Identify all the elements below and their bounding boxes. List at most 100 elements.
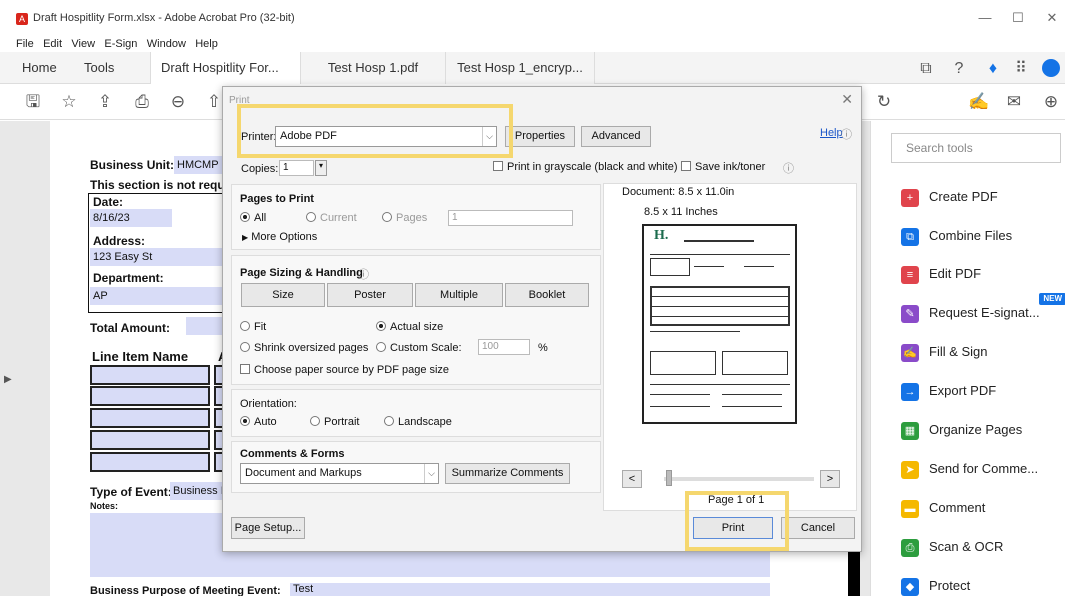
next-page-button[interactable]: > bbox=[820, 470, 840, 488]
poster-button[interactable]: Poster bbox=[327, 283, 413, 307]
help-icon[interactable]: ? bbox=[948, 58, 970, 80]
print-button[interactable]: Print bbox=[693, 517, 773, 539]
page-slider-track[interactable] bbox=[664, 477, 814, 481]
type-of-event-field[interactable]: Business I bbox=[170, 482, 224, 500]
print-icon[interactable]: ⎙ bbox=[131, 91, 153, 113]
dialog-close-icon[interactable]: ✕ bbox=[841, 91, 853, 108]
grayscale-checkbox[interactable]: Print in grayscale (black and white) bbox=[493, 161, 678, 173]
email-icon[interactable]: ✉ bbox=[1003, 91, 1025, 113]
copies-input[interactable]: 1 bbox=[279, 160, 314, 176]
help-link[interactable]: Help bbox=[820, 127, 843, 139]
radio-auto[interactable]: Auto bbox=[240, 416, 277, 428]
add-user-icon[interactable]: ⊕ bbox=[1040, 91, 1062, 113]
booklet-button[interactable]: Booklet bbox=[505, 283, 589, 307]
address-field[interactable]: 123 Easy St bbox=[90, 248, 222, 266]
page-setup-button[interactable]: Page Setup... bbox=[231, 517, 305, 539]
save-icon[interactable]: 🖫 bbox=[22, 91, 44, 113]
search-tools-input[interactable]: Search tools bbox=[891, 133, 1061, 163]
more-options-toggle[interactable]: ▶ More Options bbox=[242, 231, 317, 243]
sign-icon[interactable]: ✍ bbox=[968, 91, 990, 113]
tool-protect[interactable]: ◆ Protect bbox=[901, 574, 1065, 596]
zoom-out-icon[interactable]: ⊖ bbox=[167, 91, 189, 113]
business-purpose-field[interactable]: Test bbox=[290, 583, 770, 596]
printer-select[interactable]: Adobe PDF ⌵ bbox=[275, 126, 497, 147]
radio-fit[interactable]: Fit bbox=[240, 321, 266, 333]
line-item-field[interactable] bbox=[90, 408, 210, 428]
menu-help[interactable]: Help bbox=[195, 36, 218, 52]
notification-bell-icon[interactable]: ♦ bbox=[982, 58, 1004, 80]
tool-organize-pages[interactable]: ▦ Organize Pages bbox=[901, 418, 1065, 442]
tool-scan-ocr[interactable]: ⎙ Scan & OCR bbox=[901, 535, 1065, 559]
radio-actual-size[interactable]: Actual size bbox=[376, 321, 443, 333]
radio-shrink-oversized[interactable]: Shrink oversized pages bbox=[240, 342, 368, 354]
tool-label: Fill & Sign bbox=[929, 344, 988, 359]
size-button[interactable]: Size bbox=[241, 283, 325, 307]
tab-home[interactable]: Home bbox=[12, 52, 67, 84]
tool-create-pdf[interactable]: + Create PDF bbox=[901, 185, 1065, 209]
tab-draft-hospitality-form[interactable]: Draft Hospitlity For... × bbox=[150, 52, 300, 107]
close-button[interactable]: ✕ bbox=[1037, 8, 1065, 28]
line-item-field[interactable] bbox=[90, 386, 210, 406]
business-unit-field[interactable]: HMCMP bbox=[174, 156, 224, 174]
department-label: Department: bbox=[93, 271, 164, 285]
multiple-button[interactable]: Multiple bbox=[415, 283, 503, 307]
share-screen-icon[interactable]: ⧉ bbox=[915, 58, 937, 80]
tab-tools[interactable]: Tools bbox=[74, 52, 124, 84]
dialog-title: Print bbox=[229, 95, 250, 106]
profile-avatar-icon[interactable] bbox=[1040, 58, 1062, 80]
info-circle-icon[interactable]: ⓘ bbox=[358, 266, 369, 282]
radio-portrait[interactable]: Portrait bbox=[310, 416, 359, 428]
save-ink-checkbox[interactable]: Save ink/toner bbox=[681, 161, 765, 173]
page-slider-thumb[interactable] bbox=[666, 470, 672, 486]
caret-right-icon: ▶ bbox=[242, 233, 249, 242]
tool-combine-files[interactable]: ⧉ Combine Files bbox=[901, 224, 1065, 248]
prev-page-button[interactable]: < bbox=[622, 470, 642, 488]
help-circle-icon[interactable]: ⓘ bbox=[841, 126, 852, 142]
copies-spinner-icon[interactable]: ▾ bbox=[315, 160, 327, 176]
date-field[interactable]: 8/16/23 bbox=[90, 209, 172, 227]
info-circle-icon[interactable]: ⓘ bbox=[783, 160, 794, 176]
radio-pages[interactable]: Pages bbox=[382, 212, 427, 224]
custom-scale-input[interactable]: 100 bbox=[478, 339, 530, 355]
tools-pane: Search tools + Create PDF ⧉ Combine Files … bbox=[870, 121, 1065, 596]
tool-request-esignatures[interactable]: ✎ Request E-signat... NEW bbox=[901, 293, 1065, 325]
bookmark-star-icon[interactable]: ☆ bbox=[58, 91, 80, 113]
line-item-field[interactable] bbox=[90, 452, 210, 472]
line-item-field[interactable] bbox=[90, 430, 210, 450]
tool-comment[interactable]: ▬ Comment bbox=[901, 496, 1065, 520]
paper-source-checkbox[interactable]: Choose paper source by PDF page size bbox=[240, 364, 449, 376]
summarize-comments-button[interactable]: Summarize Comments bbox=[445, 463, 570, 484]
radio-all[interactable]: All bbox=[240, 212, 266, 224]
rotate-icon[interactable]: ↻ bbox=[873, 91, 895, 113]
tab-test-hosp-1[interactable]: Test Hosp 1.pdf bbox=[300, 52, 445, 84]
tab-label: Test Hosp 1.pdf bbox=[327, 60, 419, 75]
total-amount-field[interactable] bbox=[186, 317, 226, 335]
left-panel-expand-icon[interactable]: ▶ bbox=[4, 374, 12, 385]
pages-range-input[interactable]: 1 bbox=[448, 210, 573, 226]
department-field[interactable]: AP bbox=[90, 287, 222, 305]
menu-file[interactable]: File bbox=[16, 36, 34, 52]
tab-test-hosp-1-encrypted[interactable]: Test Hosp 1_encryp... bbox=[445, 52, 595, 84]
tool-export-pdf[interactable]: → Export PDF bbox=[901, 379, 1065, 403]
tool-edit-pdf[interactable]: ≡ Edit PDF bbox=[901, 262, 1065, 286]
maximize-button[interactable]: ☐ bbox=[1003, 8, 1033, 28]
comments-forms-select[interactable]: Document and Markups ⌵ bbox=[240, 463, 439, 484]
radio-custom-scale[interactable]: Custom Scale: bbox=[376, 342, 462, 354]
tool-label: Export PDF bbox=[929, 383, 997, 398]
menu-view[interactable]: View bbox=[71, 36, 95, 52]
cancel-button[interactable]: Cancel bbox=[781, 517, 855, 539]
menu-esign[interactable]: E-Sign bbox=[104, 36, 137, 52]
radio-current[interactable]: Current bbox=[306, 212, 357, 224]
properties-button[interactable]: Properties bbox=[505, 126, 575, 147]
minimize-button[interactable]: — bbox=[970, 8, 1000, 28]
advanced-button[interactable]: Advanced bbox=[581, 126, 651, 147]
menu-edit[interactable]: Edit bbox=[43, 36, 62, 52]
acrobat-logo-icon: A bbox=[16, 13, 28, 25]
menu-window[interactable]: Window bbox=[147, 36, 186, 52]
line-item-field[interactable] bbox=[90, 365, 210, 385]
upload-cloud-icon[interactable]: ⇪ bbox=[94, 91, 116, 113]
radio-landscape[interactable]: Landscape bbox=[384, 416, 452, 428]
tool-send-for-comments[interactable]: ➤ Send for Comme... bbox=[901, 457, 1065, 481]
apps-grid-icon[interactable]: ⠿ bbox=[1010, 58, 1032, 80]
tool-fill-sign[interactable]: ✍ Fill & Sign bbox=[901, 340, 1065, 364]
